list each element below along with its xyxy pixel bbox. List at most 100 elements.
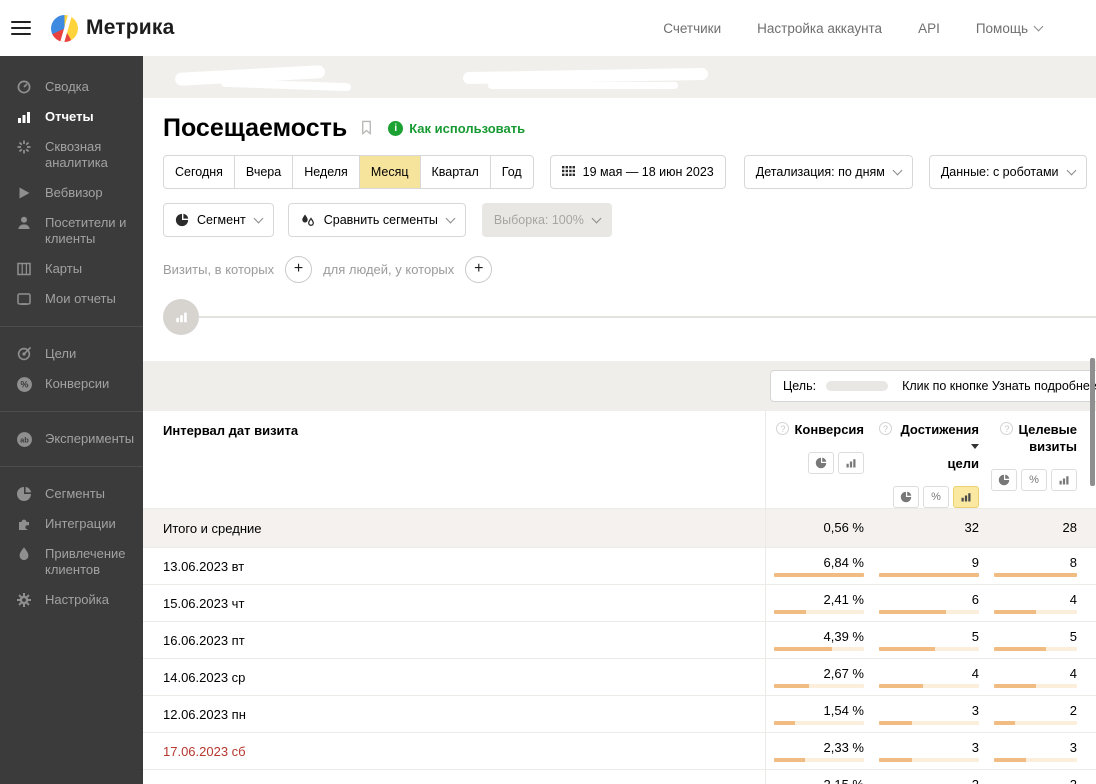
metric-bar xyxy=(774,720,864,725)
bars-view-toggle[interactable] xyxy=(1051,469,1077,491)
metric-bar xyxy=(774,646,864,651)
counter-header-band xyxy=(143,56,1096,98)
people-filter-label: для людей, у которых xyxy=(323,261,455,277)
date-range-button[interactable]: 19 мая — 18 июн 2023 xyxy=(549,155,726,189)
date-range-label: 19 мая — 18 июн 2023 xyxy=(582,165,714,179)
help-icon: ? xyxy=(879,422,892,435)
column-header-conversion[interactable]: ? Конверсия xyxy=(776,421,864,438)
table-row: 16.06.2023 пт 4,39 % 5 5 xyxy=(143,621,1096,658)
cell-value: 2,33 % xyxy=(823,739,864,755)
report-table: Интервал дат визита ? Конверсия ? Достиж… xyxy=(143,411,1096,784)
column-header-goal-achievements[interactable]: ? Достижения цели xyxy=(879,421,979,472)
info-icon: i xyxy=(388,120,404,136)
bars-view-toggle[interactable] xyxy=(838,452,864,474)
svg-text:%: % xyxy=(20,379,28,389)
how-to-use-link[interactable]: i Как использовать xyxy=(388,120,525,136)
metric-bar xyxy=(879,609,979,614)
filter-builder-row: Визиты, в которых + для людей, у которых… xyxy=(143,255,1096,283)
sidebar-item-visitors[interactable]: Посетители и клиенты xyxy=(0,208,143,254)
nav-help[interactable]: Помощь xyxy=(975,20,1044,36)
sidebar-item-settings[interactable]: Настройка xyxy=(0,585,143,615)
sidebar-item-my-reports[interactable]: Мои отчеты xyxy=(0,284,143,314)
period-yesterday-button[interactable]: Вчера xyxy=(233,155,294,189)
metric-bar xyxy=(994,757,1077,762)
row-date: 13.06.2023 вт xyxy=(163,558,245,574)
burst-icon xyxy=(15,139,33,155)
sidebar-item-integrations[interactable]: Интеграции xyxy=(0,509,143,539)
metric-bar xyxy=(994,683,1077,688)
table-row: 13.06.2023 вт 6,84 % 9 8 xyxy=(143,547,1096,584)
bars-view-toggle[interactable] xyxy=(953,486,979,508)
pie-view-toggle[interactable] xyxy=(893,486,919,508)
help-icon: ? xyxy=(776,422,790,435)
nav-api[interactable]: API xyxy=(918,21,940,36)
add-people-filter-button[interactable]: + xyxy=(465,255,493,283)
sidebar-item-cross-analytics[interactable]: Сквозная аналитика xyxy=(0,132,143,178)
table-row-weekend: 18.06.2023 вс 2,15 % 2 2 xyxy=(143,769,1096,784)
column-header-target-visits[interactable]: ? Целевые визиты xyxy=(1000,421,1077,455)
metric-bar xyxy=(879,720,979,725)
percent-circle-icon: % xyxy=(15,376,33,392)
pie-view-toggle[interactable] xyxy=(808,452,834,474)
cell-value: 4 xyxy=(971,665,979,681)
sampling-dropdown[interactable]: Выборка: 100% xyxy=(481,203,612,237)
cell-value: 4,39 % xyxy=(823,628,864,644)
cell-value: 2,15 % xyxy=(823,776,864,784)
segment-label: Сегмент xyxy=(197,213,246,227)
period-filter-row: Сегодня Вчера Неделя Месяц Квартал Год 1… xyxy=(143,155,1096,189)
chevron-down-icon xyxy=(1066,165,1076,176)
row-date: 17.06.2023 сб xyxy=(163,743,246,759)
goal-select[interactable]: Цель: Клик по кнопке Узнать подробнее на… xyxy=(770,370,1096,402)
period-today-button[interactable]: Сегодня xyxy=(163,155,235,189)
cell-value: 3 xyxy=(1069,739,1077,755)
sidebar-divider xyxy=(0,411,143,412)
bookmark-icon[interactable] xyxy=(359,119,374,141)
metric-bar xyxy=(879,757,979,762)
add-visits-filter-button[interactable]: + xyxy=(285,255,313,283)
gauge-icon xyxy=(15,79,33,95)
cell-value: 9 xyxy=(971,554,979,570)
nav-help-label: Помощь xyxy=(975,20,1028,36)
period-month-button[interactable]: Месяц xyxy=(358,155,421,189)
percent-view-toggle[interactable]: % xyxy=(1021,469,1047,491)
scrollbar-thumb[interactable] xyxy=(1090,358,1095,486)
sidebar-item-goals[interactable]: Цели xyxy=(0,339,143,369)
cell-value: 5 xyxy=(971,628,979,644)
sidebar-item-segments[interactable]: Сегменты xyxy=(0,479,143,509)
percent-view-toggle[interactable]: % xyxy=(923,486,949,508)
sidebar-item-summary[interactable]: Сводка xyxy=(0,72,143,102)
ab-icon: ab xyxy=(15,431,33,447)
sidebar-item-maps[interactable]: Карты xyxy=(0,254,143,284)
chart-toggle-button[interactable] xyxy=(163,299,199,335)
goal-icon xyxy=(15,346,33,362)
detail-dropdown[interactable]: Детализация: по дням xyxy=(743,155,913,189)
period-week-button[interactable]: Неделя xyxy=(292,155,360,189)
period-year-button[interactable]: Год xyxy=(489,155,534,189)
sidebar-item-reports[interactable]: Отчеты xyxy=(0,102,143,132)
menu-icon[interactable] xyxy=(11,21,31,35)
nav-account-settings[interactable]: Настройка аккаунта xyxy=(757,21,882,36)
nav-counters[interactable]: Счетчики xyxy=(663,21,721,36)
target-visits-view-toggles: % xyxy=(991,469,1077,491)
row-date: 18.06.2023 вс xyxy=(143,770,765,784)
table-header: Интервал дат визита ? Конверсия ? Достиж… xyxy=(143,411,1096,508)
redacted-counter-name xyxy=(488,82,678,89)
logo-text: Метрика xyxy=(86,16,175,39)
sidebar-item-webvisor[interactable]: Вебвизор xyxy=(0,178,143,208)
metrica-logo[interactable]: Метрика xyxy=(51,14,175,42)
segment-dropdown[interactable]: Сегмент xyxy=(163,203,274,237)
period-quarter-button[interactable]: Квартал xyxy=(419,155,491,189)
title-row: Посещаемость i Как использовать xyxy=(143,110,1096,146)
sidebar: Сводка Отчеты Сквозная аналитика Вебвизо… xyxy=(0,56,143,784)
sidebar-item-client-acquisition[interactable]: Привлечение клиентов xyxy=(0,539,143,585)
pie-view-toggle[interactable] xyxy=(991,469,1017,491)
cell-value: 4 xyxy=(1069,665,1077,681)
data-robots-dropdown[interactable]: Данные: с роботами xyxy=(928,155,1087,189)
svg-text:ab: ab xyxy=(20,435,29,444)
total-target-visits: 28 xyxy=(1062,520,1077,535)
bar-chart-icon xyxy=(15,109,33,125)
sidebar-item-experiments[interactable]: ab Эксперименты xyxy=(0,424,143,454)
chevron-down-icon xyxy=(253,213,264,224)
compare-segments-dropdown[interactable]: Сравнить сегменты xyxy=(287,203,466,237)
sidebar-item-conversions[interactable]: % Конверсии xyxy=(0,369,143,399)
